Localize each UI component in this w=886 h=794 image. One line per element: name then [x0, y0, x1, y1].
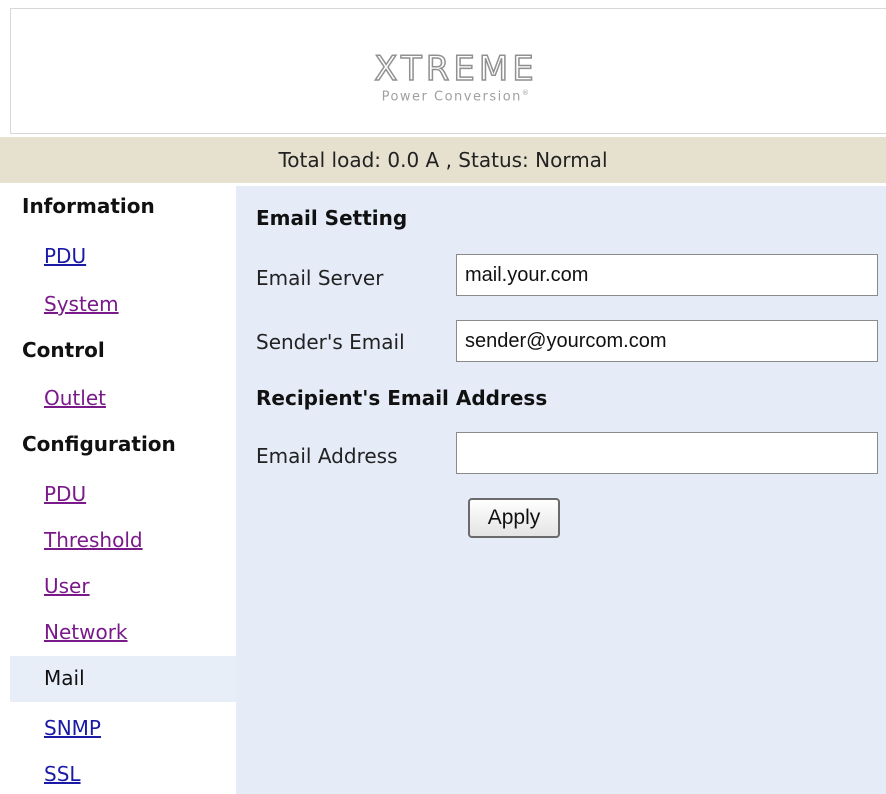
nav-link-config-snmp[interactable]: SNMP [44, 716, 101, 740]
email-server-input[interactable] [456, 254, 878, 296]
logo-tagline: Power Conversion® [311, 89, 601, 104]
sender-email-label: Sender's Email [256, 330, 405, 354]
email-server-label: Email Server [256, 266, 384, 290]
email-address-label: Email Address [256, 444, 398, 468]
nav-link-config-network[interactable]: Network [44, 620, 128, 644]
xtreme-logo: XTREME Power Conversion® [311, 48, 611, 113]
registered-mark: ® [521, 89, 531, 97]
logo-wordmark: XTREME [374, 48, 538, 90]
nav-section-information: Information [22, 194, 155, 218]
email-address-input[interactable] [456, 432, 878, 474]
nav-link-config-user[interactable]: User [44, 574, 90, 598]
header-banner: XTREME Power Conversion® [10, 8, 886, 134]
apply-button[interactable]: Apply [468, 498, 560, 538]
nav-item-mail-label: Mail [44, 666, 85, 690]
page: XTREME Power Conversion® Total load: 0.0… [0, 0, 886, 794]
status-bar: Total load: 0.0 A , Status: Normal [0, 137, 886, 183]
nav-link-info-pdu[interactable]: PDU [44, 244, 86, 268]
sender-email-input[interactable] [456, 320, 878, 362]
sidebar-nav: Information PDU System Control Outlet Co… [0, 186, 236, 794]
nav-link-info-system[interactable]: System [44, 292, 119, 316]
nav-item-mail-active[interactable]: Mail [10, 656, 236, 702]
status-text: Total load: 0.0 A , Status: Normal [278, 148, 608, 172]
nav-link-control-outlet[interactable]: Outlet [44, 386, 106, 410]
recipient-email-heading: Recipient's Email Address [256, 386, 548, 410]
nav-link-config-threshold[interactable]: Threshold [44, 528, 143, 552]
email-setting-heading: Email Setting [256, 206, 408, 230]
nav-link-config-ssl[interactable]: SSL [44, 762, 81, 786]
main-content: Email Setting Email Server Sender's Emai… [236, 186, 886, 794]
nav-link-config-pdu[interactable]: PDU [44, 482, 86, 506]
nav-section-configuration: Configuration [22, 432, 176, 456]
logo-tagline-text: Power Conversion [381, 89, 522, 105]
nav-section-control: Control [22, 338, 105, 362]
